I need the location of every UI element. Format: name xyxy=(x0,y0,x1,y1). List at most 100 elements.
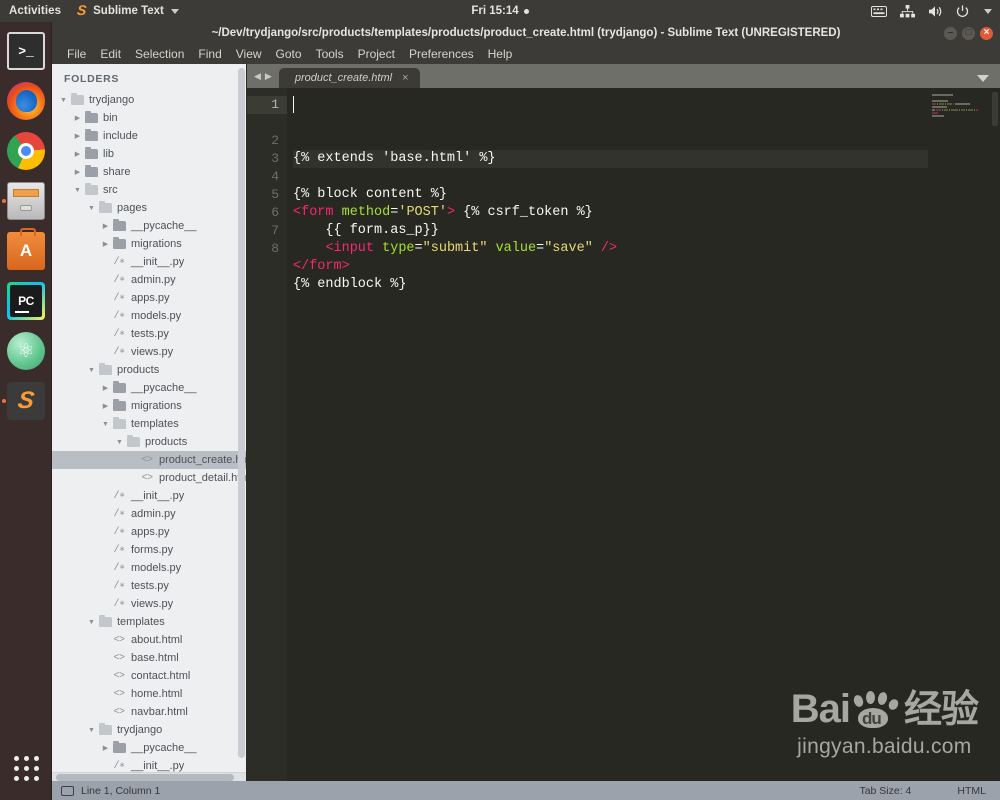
close-icon[interactable]: × xyxy=(402,72,408,84)
maximize-button[interactable]: □ xyxy=(962,26,975,40)
chevron-right-icon[interactable]: ▶ xyxy=(100,384,111,392)
chevron-down-icon[interactable]: ▼ xyxy=(100,421,111,428)
tab-product-create-html[interactable]: product_create.html × xyxy=(278,68,420,88)
tree-file[interactable]: ▶<> product_create.html xyxy=(52,451,246,469)
menu-find[interactable]: Find xyxy=(191,44,228,64)
app-menu-sublime[interactable]: S Sublime Text xyxy=(71,2,185,18)
dock-item-terminal[interactable]: >_ xyxy=(0,26,52,76)
chevron-right-icon[interactable]: ▶ xyxy=(72,150,83,158)
sidebar-vertical-scrollbar[interactable] xyxy=(238,68,245,758)
tree-file[interactable]: ▶/∗ __init__.py xyxy=(52,757,246,772)
tab-next-icon[interactable]: ▶ xyxy=(265,71,272,82)
tree-folder[interactable]: ▼ trydjango xyxy=(52,721,246,739)
power-icon[interactable] xyxy=(956,4,969,18)
tree-file[interactable]: ▶/∗ apps.py xyxy=(52,289,246,307)
chevron-right-icon[interactable]: ▶ xyxy=(72,168,83,176)
tree-folder[interactable]: ▶ migrations xyxy=(52,235,246,253)
tree-file[interactable]: ▶/∗ admin.py xyxy=(52,271,246,289)
close-button[interactable]: × xyxy=(980,26,993,40)
tree-folder[interactable]: ▶ include xyxy=(52,127,246,145)
chevron-down-icon[interactable]: ▼ xyxy=(86,619,97,626)
tree-file[interactable]: ▶/∗ __init__.py xyxy=(52,253,246,271)
tree-folder[interactable]: ▼ pages xyxy=(52,199,246,217)
tree-folder[interactable]: ▼ products xyxy=(52,361,246,379)
tree-file[interactable]: ▶<> about.html xyxy=(52,631,246,649)
tab-prev-icon[interactable]: ◀ xyxy=(254,71,261,82)
chevron-right-icon[interactable]: ▶ xyxy=(100,402,111,410)
chevron-down-icon[interactable]: ▼ xyxy=(72,187,83,194)
chevron-right-icon[interactable]: ▶ xyxy=(100,240,111,248)
status-syntax[interactable]: HTML xyxy=(957,785,986,797)
tree-folder[interactable]: ▶ lib xyxy=(52,145,246,163)
chevron-down-icon[interactable]: ▼ xyxy=(58,97,69,104)
status-tab-size[interactable]: Tab Size: 4 xyxy=(859,785,911,797)
tree-file[interactable]: ▶<> home.html xyxy=(52,685,246,703)
sidebar-horizontal-scrollbar[interactable] xyxy=(52,772,246,781)
tree-folder[interactable]: ▼ templates xyxy=(52,415,246,433)
menu-project[interactable]: Project xyxy=(351,44,402,64)
console-toggle-icon[interactable] xyxy=(61,785,74,796)
dock-item-chrome[interactable] xyxy=(0,126,52,176)
menu-preferences[interactable]: Preferences xyxy=(402,44,481,64)
chevron-down-icon[interactable]: ▼ xyxy=(86,727,97,734)
minimize-button[interactable]: – xyxy=(944,26,957,40)
dock-item-files[interactable] xyxy=(0,176,52,226)
tree-folder[interactable]: ▼ templates xyxy=(52,613,246,631)
clock-button[interactable]: Fri 15:14 xyxy=(440,5,560,17)
dock-item-ubuntu-software[interactable]: A xyxy=(0,226,52,276)
dock-item-atom[interactable]: ⚛ xyxy=(0,326,52,376)
chevron-down-icon[interactable]: ▼ xyxy=(86,205,97,212)
tree-folder[interactable]: ▼ products xyxy=(52,433,246,451)
menu-help[interactable]: Help xyxy=(481,44,520,64)
tree-file[interactable]: ▶/∗ views.py xyxy=(52,343,246,361)
tree-file[interactable]: ▶/∗ tests.py xyxy=(52,577,246,595)
menu-goto[interactable]: Goto xyxy=(269,44,309,64)
tree-folder[interactable]: ▶ migrations xyxy=(52,397,246,415)
chevron-down-icon[interactable] xyxy=(977,75,989,82)
chevron-down-icon[interactable]: ▼ xyxy=(86,367,97,374)
menu-file[interactable]: File xyxy=(60,44,93,64)
folder-open-icon xyxy=(111,417,127,429)
tree-file[interactable]: ▶/∗ apps.py xyxy=(52,523,246,541)
volume-icon[interactable] xyxy=(928,5,943,18)
chevron-right-icon[interactable]: ▶ xyxy=(72,132,83,140)
network-icon[interactable] xyxy=(900,4,915,18)
tree-file[interactable]: ▶/∗ admin.py xyxy=(52,505,246,523)
chevron-right-icon[interactable]: ▶ xyxy=(100,222,111,230)
tree-folder[interactable]: ▶ bin xyxy=(52,109,246,127)
tree-folder[interactable]: ▶ __pycache__ xyxy=(52,379,246,397)
menu-view[interactable]: View xyxy=(229,44,269,64)
chevron-right-icon[interactable]: ▶ xyxy=(100,744,111,752)
tree-folder[interactable]: ▶ share xyxy=(52,163,246,181)
system-menu-chevron-icon[interactable] xyxy=(984,8,992,14)
tree-item-label: tests.py xyxy=(131,580,169,592)
tree-folder[interactable]: ▶ __pycache__ xyxy=(52,739,246,757)
tree-file[interactable]: ▶/∗ forms.py xyxy=(52,541,246,559)
tree-file[interactable]: ▶<> navbar.html xyxy=(52,703,246,721)
keyboard-icon[interactable] xyxy=(871,5,887,17)
tree-file[interactable]: ▶<> contact.html xyxy=(52,667,246,685)
tree-file[interactable]: ▶<> base.html xyxy=(52,649,246,667)
tree-file[interactable]: ▶/∗ models.py xyxy=(52,307,246,325)
dock-item-pycharm[interactable]: PC xyxy=(0,276,52,326)
menu-selection[interactable]: Selection xyxy=(128,44,191,64)
tree-file[interactable]: ▶/∗ views.py xyxy=(52,595,246,613)
show-applications-button[interactable] xyxy=(0,748,52,788)
minimap[interactable] xyxy=(928,88,1000,781)
activities-button[interactable]: Activities xyxy=(0,5,71,17)
tree-file[interactable]: ▶<> product_detail.html xyxy=(52,469,246,487)
menu-tools[interactable]: Tools xyxy=(309,44,351,64)
code-text[interactable]: {% extends 'base.html' %} {% block conte… xyxy=(287,88,928,781)
dock-item-firefox[interactable] xyxy=(0,76,52,126)
tree-file[interactable]: ▶/∗ models.py xyxy=(52,559,246,577)
tree-folder[interactable]: ▼ trydjango xyxy=(52,91,246,109)
minimap-thumb[interactable] xyxy=(992,92,998,126)
dock-item-sublime-text[interactable]: S xyxy=(0,376,52,426)
chevron-down-icon[interactable]: ▼ xyxy=(114,439,125,446)
tree-folder[interactable]: ▶ __pycache__ xyxy=(52,217,246,235)
menu-edit[interactable]: Edit xyxy=(93,44,128,64)
tree-file[interactable]: ▶/∗ __init__.py xyxy=(52,487,246,505)
tree-folder[interactable]: ▼ src xyxy=(52,181,246,199)
tree-file[interactable]: ▶/∗ tests.py xyxy=(52,325,246,343)
chevron-right-icon[interactable]: ▶ xyxy=(72,114,83,122)
